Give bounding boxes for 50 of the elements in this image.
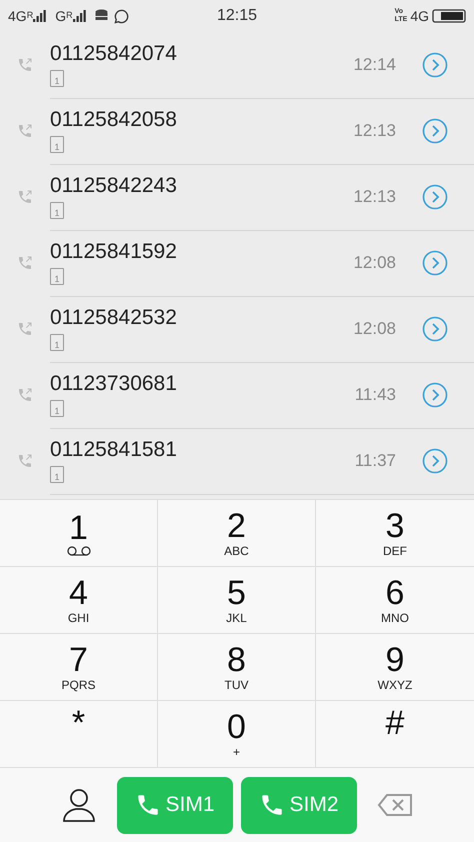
call-time: 12:08 xyxy=(353,252,396,272)
battery-icon xyxy=(432,9,466,23)
outgoing-call-icon xyxy=(17,57,33,73)
roaming-indicator: R xyxy=(26,10,34,20)
dial-key[interactable]: 1 xyxy=(0,500,158,567)
person-icon xyxy=(62,787,96,823)
voicemail-icon xyxy=(66,546,92,556)
backspace-icon xyxy=(377,793,413,817)
clock-time: 12:15 xyxy=(216,7,258,25)
sim-card-icon: 1 xyxy=(50,400,64,417)
outgoing-call-icon xyxy=(17,255,33,271)
call-time: 11:43 xyxy=(354,384,396,404)
dial-key[interactable]: 7 PQRS xyxy=(0,634,158,701)
outgoing-call-icon xyxy=(17,321,33,337)
outgoing-call-icon xyxy=(17,453,33,469)
network-type: 4G xyxy=(8,8,27,24)
dial-key[interactable]: 8 TUV xyxy=(158,634,316,701)
sim-card-icon: 1 xyxy=(50,334,64,351)
call-time: 12:13 xyxy=(353,186,396,206)
phone-number: 01125842074 xyxy=(50,42,178,66)
phone-number: 01125842058 xyxy=(50,108,178,132)
sim-card-icon: 1 xyxy=(50,70,64,87)
call-time: 12:13 xyxy=(353,120,396,140)
network-type: G xyxy=(55,8,66,24)
signal-icon xyxy=(33,10,48,22)
dial-key[interactable]: 5 JKL xyxy=(158,567,316,634)
sim-card-icon: 1 xyxy=(50,136,64,153)
signal-icon xyxy=(72,10,87,22)
chat-icon xyxy=(114,8,129,24)
data-type: 4G xyxy=(410,8,429,24)
roaming-indicator: R xyxy=(66,10,73,20)
sim-card-icon: 1 xyxy=(50,268,64,285)
phone-number: 01125841581 xyxy=(50,438,178,462)
dial-key[interactable]: 0 + xyxy=(158,701,316,768)
call-time: 12:08 xyxy=(353,318,396,338)
database-icon xyxy=(94,9,108,23)
phone-number: 01123730681 xyxy=(50,372,178,396)
dial-key[interactable]: * xyxy=(0,701,158,768)
outgoing-call-icon xyxy=(17,387,33,403)
phone-number: 01125842532 xyxy=(50,306,178,330)
phone-number: 01125841592 xyxy=(50,240,178,264)
sim-card-icon: 1 xyxy=(50,202,64,219)
dial-key[interactable]: 2 ABC xyxy=(158,500,316,567)
outgoing-call-icon xyxy=(17,189,33,205)
dial-key[interactable]: 4 GHI xyxy=(0,567,158,634)
outgoing-call-icon xyxy=(17,123,33,139)
call-time: 12:14 xyxy=(353,54,396,74)
sim-card-icon: 1 xyxy=(50,466,64,483)
call-time: 11:37 xyxy=(354,450,396,470)
phone-number: 01125842243 xyxy=(50,174,178,198)
